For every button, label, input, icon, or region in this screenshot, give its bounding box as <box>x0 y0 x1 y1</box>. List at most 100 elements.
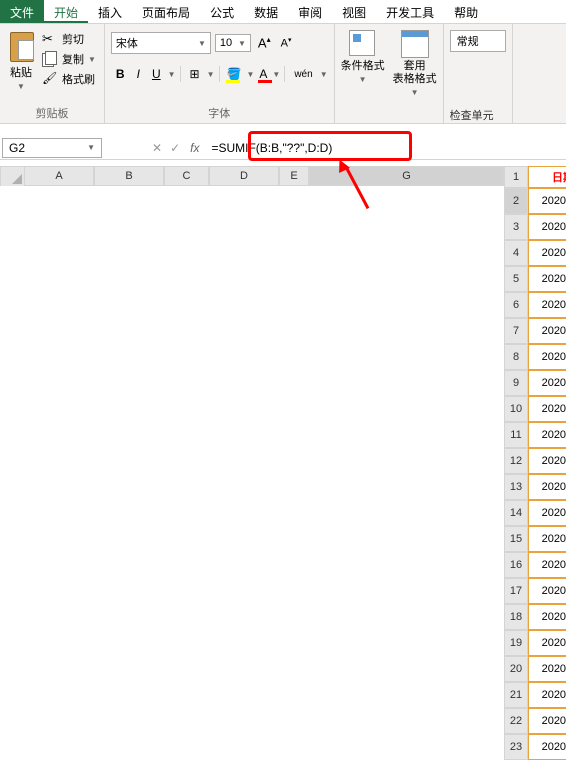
cell-A1[interactable]: 日期 <box>528 166 566 188</box>
italic-button[interactable]: I <box>132 64 145 84</box>
copy-dropdown[interactable]: ▼ <box>88 55 96 64</box>
cut-button[interactable]: 剪切 <box>40 30 98 48</box>
cell-A17[interactable]: 2020/7/3 <box>528 578 566 604</box>
underline-button[interactable]: U <box>147 64 166 84</box>
menu-insert[interactable]: 插入 <box>88 0 132 23</box>
menu-pagelayout[interactable]: 页面布局 <box>132 0 200 23</box>
font-group-label: 字体 <box>111 103 328 123</box>
row-header-1[interactable]: 1 <box>504 166 528 188</box>
cell-A8[interactable]: 2020/7/2 <box>528 344 566 370</box>
row-header-17[interactable]: 17 <box>504 578 528 604</box>
menu-formulas[interactable]: 公式 <box>200 0 244 23</box>
conditional-format-button[interactable]: 条件格式 ▼ <box>341 26 385 84</box>
cell-A7[interactable]: 2020/7/1 <box>528 318 566 344</box>
col-header-A[interactable]: A <box>24 166 94 186</box>
paste-button[interactable]: 粘贴 ▼ <box>6 26 36 91</box>
font-color-dropdown[interactable]: ▼ <box>272 70 280 79</box>
copy-button[interactable]: 复制 ▼ <box>40 50 98 68</box>
menu-file[interactable]: 文件 <box>0 0 44 23</box>
col-header-E[interactable]: E <box>279 166 309 186</box>
cell-A10[interactable]: 2020/7/2 <box>528 396 566 422</box>
font-name-combo[interactable]: 宋体 ▼ <box>111 32 211 54</box>
paste-dropdown-arrow[interactable]: ▼ <box>17 82 25 91</box>
cell-A15[interactable]: 2020/7/3 <box>528 526 566 552</box>
cell-A19[interactable]: 2020/7/4 <box>528 630 566 656</box>
name-box[interactable]: G2 ▼ <box>2 138 102 158</box>
border-button[interactable]: ⊞ <box>185 64 205 84</box>
menu-review[interactable]: 审阅 <box>288 0 332 23</box>
row-header-4[interactable]: 4 <box>504 240 528 266</box>
menu-home[interactable]: 开始 <box>44 0 88 23</box>
menu-developer[interactable]: 开发工具 <box>376 0 444 23</box>
cell-A2[interactable]: 2020/7/1 <box>528 188 566 214</box>
bold-button[interactable]: B <box>111 64 130 84</box>
clipboard-group-label: 剪贴板 <box>6 103 98 123</box>
row-header-21[interactable]: 21 <box>504 682 528 708</box>
cell-A14[interactable]: 2020/7/3 <box>528 500 566 526</box>
decrease-font-button[interactable]: A▾ <box>278 34 295 52</box>
cell-A22[interactable]: 2020/7/4 <box>528 708 566 734</box>
cell-A3[interactable]: 2020/7/1 <box>528 214 566 240</box>
cell-A5[interactable]: 2020/7/1 <box>528 266 566 292</box>
format-painter-button[interactable]: 格式刷 <box>40 70 98 88</box>
font-size-combo[interactable]: 10 ▼ <box>215 34 251 52</box>
row-header-6[interactable]: 6 <box>504 292 528 318</box>
fill-dropdown[interactable]: ▼ <box>246 70 254 79</box>
cell-A16[interactable]: 2020/7/3 <box>528 552 566 578</box>
cancel-formula-button[interactable]: ✕ <box>152 141 162 155</box>
menu-view[interactable]: 视图 <box>332 0 376 23</box>
name-box-dropdown[interactable]: ▼ <box>87 143 95 152</box>
increase-font-button[interactable]: A▴ <box>255 33 274 52</box>
row-header-9[interactable]: 9 <box>504 370 528 396</box>
col-header-B[interactable]: B <box>94 166 164 186</box>
row-header-2[interactable]: 2 <box>504 188 528 214</box>
fx-icon[interactable]: fx <box>190 141 199 155</box>
row-header-15[interactable]: 15 <box>504 526 528 552</box>
cell-A9[interactable]: 2020/7/2 <box>528 370 566 396</box>
cell-A12[interactable]: 2020/7/2 <box>528 448 566 474</box>
row-header-22[interactable]: 22 <box>504 708 528 734</box>
col-header-C[interactable]: C <box>164 166 209 186</box>
menu-data[interactable]: 数据 <box>244 0 288 23</box>
row-header-3[interactable]: 3 <box>504 214 528 240</box>
accept-formula-button[interactable]: ✓ <box>170 141 180 155</box>
font-color-button[interactable]: A <box>256 65 270 83</box>
cell-A4[interactable]: 2020/7/1 <box>528 240 566 266</box>
row-header-16[interactable]: 16 <box>504 552 528 578</box>
row-header-19[interactable]: 19 <box>504 630 528 656</box>
cell-A23[interactable]: 2020/7/4 <box>528 734 566 760</box>
font-size-dropdown[interactable]: ▼ <box>238 39 246 48</box>
underline-dropdown[interactable]: ▼ <box>168 70 176 79</box>
row-header-12[interactable]: 12 <box>504 448 528 474</box>
phonetic-dropdown[interactable]: ▼ <box>320 70 328 79</box>
fill-color-button[interactable]: 🪣 <box>224 65 245 83</box>
cell-A13[interactable]: 2020/7/2 <box>528 474 566 500</box>
row-header-23[interactable]: 23 <box>504 734 528 760</box>
table-format-button[interactable]: 套用 表格格式 ▼ <box>393 26 437 97</box>
cell-A18[interactable]: 2020/7/4 <box>528 604 566 630</box>
font-name-dropdown[interactable]: ▼ <box>198 39 206 48</box>
cell-A20[interactable]: 2020/7/4 <box>528 656 566 682</box>
row-header-14[interactable]: 14 <box>504 500 528 526</box>
cell-A11[interactable]: 2020/7/2 <box>528 422 566 448</box>
row-header-11[interactable]: 11 <box>504 422 528 448</box>
row-header-20[interactable]: 20 <box>504 656 528 682</box>
worksheet[interactable]: ABCDEG1234567891011121314151617181920212… <box>0 166 566 760</box>
row-header-13[interactable]: 13 <box>504 474 528 500</box>
col-header-D[interactable]: D <box>209 166 279 186</box>
cf-dropdown[interactable]: ▼ <box>359 75 367 84</box>
number-format-combo[interactable]: 常规 <box>450 30 506 52</box>
row-header-8[interactable]: 8 <box>504 344 528 370</box>
tf-dropdown[interactable]: ▼ <box>411 88 419 97</box>
ribbon-number: 常规 检查单元 <box>443 24 513 123</box>
row-header-10[interactable]: 10 <box>504 396 528 422</box>
cell-A21[interactable]: 2020/7/4 <box>528 682 566 708</box>
row-header-18[interactable]: 18 <box>504 604 528 630</box>
row-header-5[interactable]: 5 <box>504 266 528 292</box>
cell-A6[interactable]: 2020/7/1 <box>528 292 566 318</box>
select-all-corner[interactable] <box>0 166 24 186</box>
row-header-7[interactable]: 7 <box>504 318 528 344</box>
border-dropdown[interactable]: ▼ <box>207 70 215 79</box>
menu-help[interactable]: 帮助 <box>444 0 488 23</box>
phonetic-button[interactable]: wén <box>289 66 317 83</box>
